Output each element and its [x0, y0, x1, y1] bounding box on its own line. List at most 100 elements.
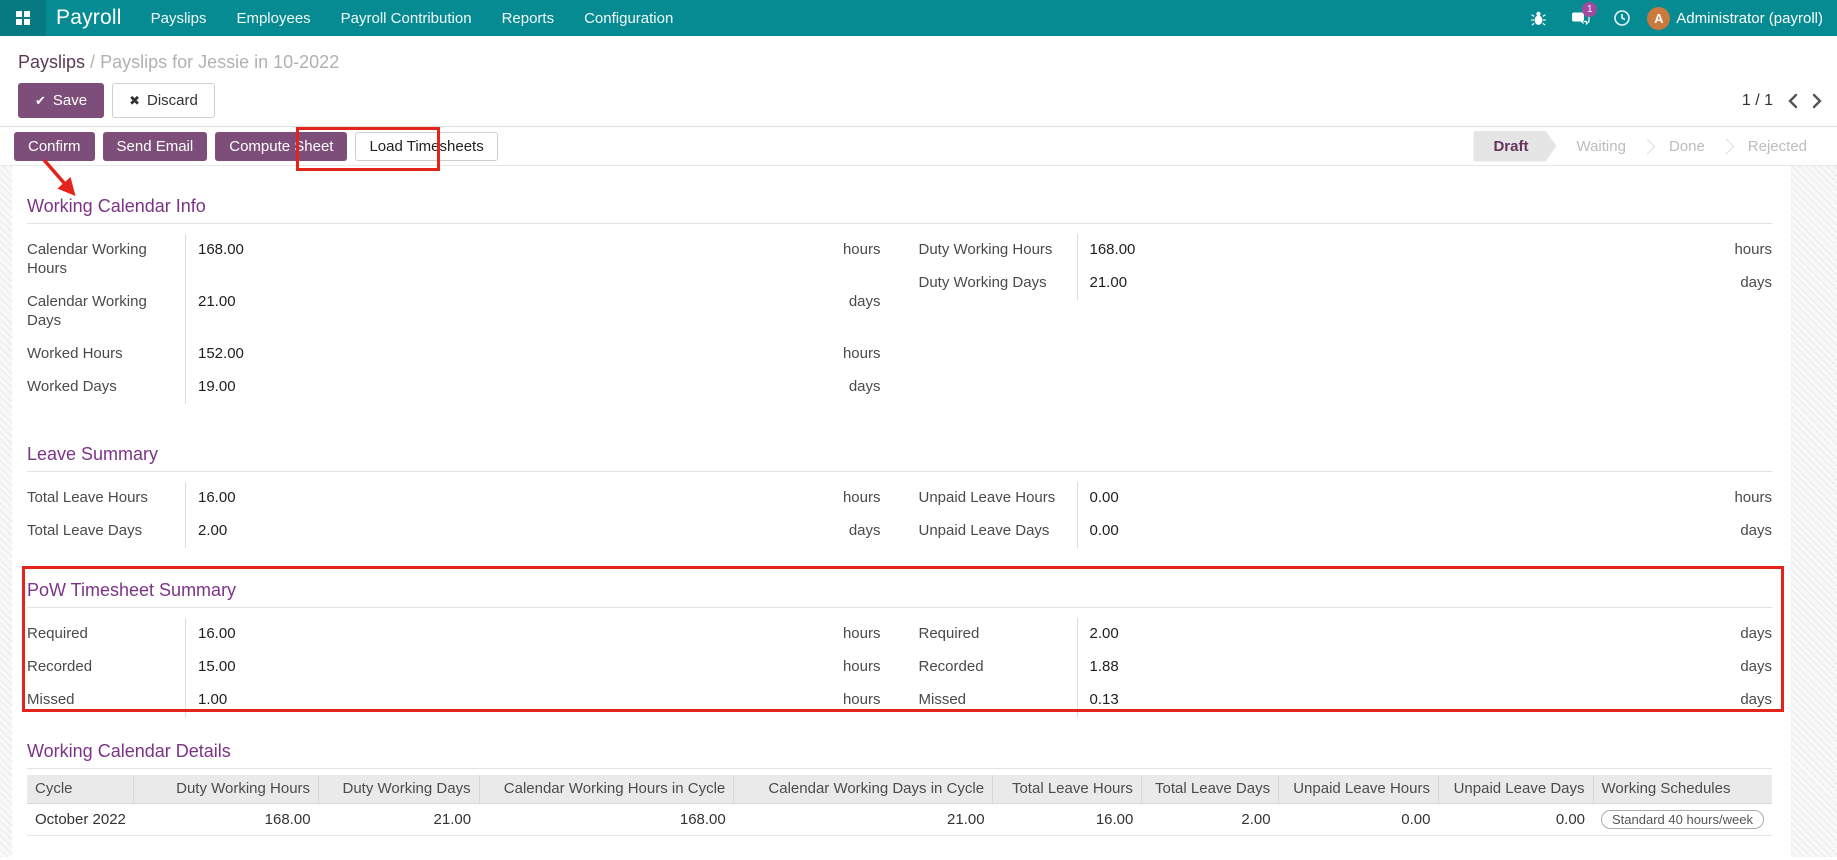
compute-sheet-button[interactable]: Compute Sheet: [215, 131, 348, 161]
table-row[interactable]: October 2022 168.00 21.00 168.00 21.00 1…: [27, 803, 1772, 836]
state-draft[interactable]: Draft: [1473, 131, 1556, 162]
field-row: Missed 1.00 hours: [27, 684, 881, 717]
field-unit: days: [848, 378, 881, 395]
working-schedule-badge: Standard 40 hours/week: [1601, 809, 1764, 829]
field-unit: hours: [842, 241, 881, 258]
section-title: PoW Timesheet Summary: [27, 580, 237, 600]
column-header-total-leave-hours[interactable]: Total Leave Hours: [992, 775, 1142, 804]
field-value: 152.00: [198, 345, 244, 362]
field-unit: days: [848, 522, 881, 539]
field-label: Worked Hours: [27, 345, 123, 362]
field-label: Duty Working Days: [918, 274, 1047, 291]
field-unit: hours: [842, 658, 881, 675]
save-button[interactable]: ✔ Save: [18, 83, 105, 118]
column-header-cycle[interactable]: Cycle: [27, 775, 134, 804]
column-header-unpaid-leave-days[interactable]: Unpaid Leave Days: [1437, 775, 1594, 804]
field-value: 0.00: [1089, 522, 1119, 539]
close-icon: ✖: [129, 92, 141, 108]
field-label: Missed: [918, 691, 967, 708]
column-header-total-leave-days[interactable]: Total Leave Days: [1140, 775, 1279, 804]
chevron-left-icon: [1788, 93, 1798, 108]
column-header-working-schedules[interactable]: Working Schedules: [1592, 775, 1772, 804]
field-unit: hours: [1734, 489, 1772, 506]
form-sheet: Working Calendar Info Calendar Working H…: [12, 166, 1791, 857]
confirm-button[interactable]: Confirm: [14, 131, 95, 161]
field-row: Duty Working Hours 168.00 hours: [919, 234, 1772, 267]
field-value: 168.00: [198, 241, 244, 258]
section-title: Leave Summary: [27, 444, 159, 464]
cell-duty-working-hours: 168.00: [133, 803, 319, 836]
field-value: 16.00: [198, 625, 236, 642]
state-waiting[interactable]: Waiting: [1556, 131, 1645, 162]
cell-cycle: October 2022: [27, 803, 134, 836]
pager-next-button[interactable]: [1812, 93, 1823, 109]
cell-total-leave-days: 2.00: [1141, 803, 1279, 836]
column-header-duty-working-days[interactable]: Duty Working Days: [318, 775, 480, 804]
field-label: Calendar Working Days: [27, 293, 147, 329]
breadcrumb-separator: /: [90, 52, 96, 72]
state-done[interactable]: Done: [1649, 131, 1725, 162]
field-label: Required: [918, 625, 980, 642]
pager-previous-button[interactable]: [1787, 93, 1798, 109]
field-label: Worked Days: [27, 378, 117, 395]
field-row: Total Leave Hours 16.00 hours: [27, 482, 881, 515]
field-row: Total Leave Days 2.00 days: [27, 515, 881, 548]
discard-button[interactable]: ✖ Discard: [112, 83, 215, 118]
column-header-calendar-working-days-in-cycle[interactable]: Calendar Working Days in Cycle: [733, 775, 993, 804]
field-label: Unpaid Leave Hours: [918, 489, 1056, 506]
field-label: Total Leave Hours: [27, 489, 148, 506]
discard-button-label: Discard: [147, 92, 198, 109]
check-icon: ✔: [35, 92, 46, 108]
field-row: Worked Hours 152.00 hours: [27, 338, 881, 371]
column-header-unpaid-leave-hours[interactable]: Unpaid Leave Hours: [1278, 775, 1439, 804]
debug-bug-icon[interactable]: [1521, 0, 1555, 36]
field-row: Required 2.00 days: [918, 618, 1772, 651]
field-value: 0.00: [1089, 489, 1119, 506]
table-header-row: Cycle Duty Working Hours Duty Working Da…: [27, 775, 1772, 804]
state-rejected[interactable]: Rejected: [1728, 131, 1827, 162]
message-count-badge: 1: [1582, 2, 1598, 17]
field-value: 1.88: [1089, 658, 1119, 675]
field-row: Recorded 15.00 hours: [27, 651, 881, 684]
field-label: Calendar Working Hours: [27, 241, 147, 277]
field-value: 168.00: [1089, 241, 1136, 258]
menu-item-employees[interactable]: Employees: [221, 0, 325, 36]
user-menu[interactable]: A Administrator (payroll): [1647, 6, 1823, 30]
menu-item-payslips[interactable]: Payslips: [136, 0, 222, 36]
breadcrumb-payslips-link[interactable]: Payslips: [18, 52, 85, 72]
statusbar-buttons: Confirm Send Email Compute Sheet Load Ti…: [14, 131, 498, 161]
pager: 1 / 1: [1742, 92, 1823, 110]
content-area: Working Calendar Info Calendar Working H…: [0, 166, 1837, 857]
field-value: 15.00: [198, 658, 236, 675]
main-menu: Payslips Employees Payroll Contribution …: [136, 0, 689, 36]
field-label: Recorded: [27, 658, 93, 675]
chevron-right-icon: [1812, 93, 1822, 108]
field-row: Unpaid Leave Hours 0.00 hours: [918, 482, 1772, 515]
column-header-calendar-working-hours-in-cycle[interactable]: Calendar Working Hours in Cycle: [478, 775, 734, 804]
form-statusbar: Confirm Send Email Compute Sheet Load Ti…: [0, 126, 1837, 166]
pager-count: 1 / 1: [1741, 91, 1773, 109]
field-row: Calendar Working Days 21.00 days: [27, 286, 881, 338]
top-navbar: Payroll Payslips Employees Payroll Contr…: [0, 0, 1837, 36]
messages-button[interactable]: 1: [1563, 0, 1598, 36]
field-label: Recorded: [918, 658, 984, 675]
field-label: Missed: [27, 691, 75, 708]
menu-item-payroll-contribution[interactable]: Payroll Contribution: [326, 0, 487, 36]
field-unit: hours: [842, 345, 881, 362]
app-brand[interactable]: Payroll: [56, 6, 122, 30]
load-timesheets-button[interactable]: Load Timesheets: [355, 131, 498, 161]
field-row: Recorded 1.88 days: [918, 651, 1772, 684]
cell-calendar-working-days-in-cycle: 21.00: [733, 803, 993, 836]
column-header-duty-working-hours[interactable]: Duty Working Hours: [133, 775, 319, 804]
menu-item-reports[interactable]: Reports: [487, 0, 570, 36]
section-leave-summary: Leave Summary Total Leave Hours 16.00 hou…: [27, 444, 1772, 548]
menu-item-configuration[interactable]: Configuration: [569, 0, 688, 36]
control-panel-buttons-row: ✔ Save ✖ Discard 1 / 1: [18, 83, 1823, 118]
activities-button[interactable]: [1605, 0, 1639, 36]
control-panel: Payslips / Payslips for Jessie in 10-202…: [0, 36, 1837, 126]
apps-menu-button[interactable]: [0, 0, 46, 36]
field-label: Total Leave Days: [27, 522, 143, 539]
send-email-button[interactable]: Send Email: [102, 131, 208, 161]
field-row: Calendar Working Hours 168.00 hours: [27, 234, 881, 286]
clock-icon: [1614, 10, 1631, 26]
